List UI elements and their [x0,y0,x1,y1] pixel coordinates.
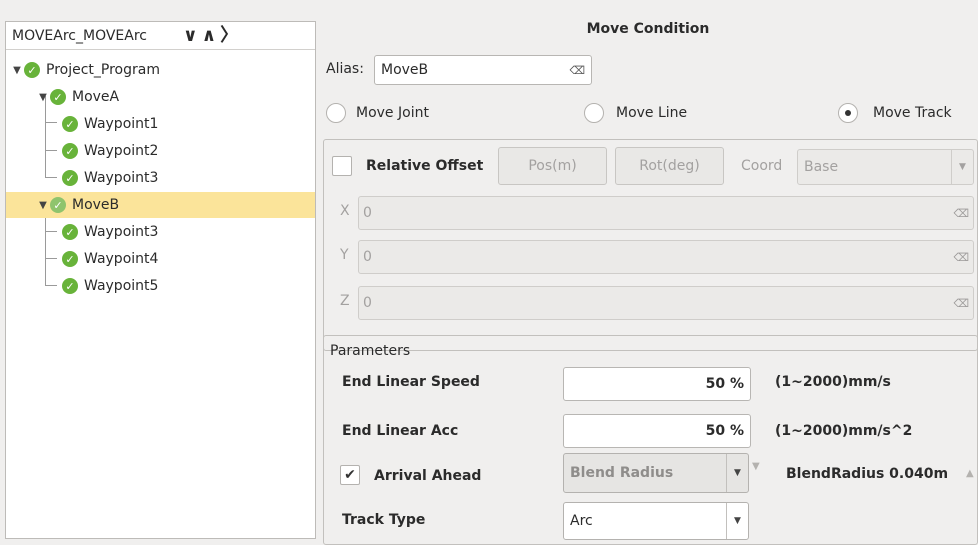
z-label: Z [340,293,350,309]
check-circle-icon: ✓ [62,143,78,159]
x-input[interactable]: 0 ⌫ [358,196,974,230]
coord-select[interactable]: Base ▼ [797,149,974,185]
chevron-down-icon[interactable]: ▼ [726,503,748,539]
move-line-label[interactable]: Move Line [616,105,687,121]
y-input[interactable]: 0 ⌫ [358,240,974,274]
rot-button[interactable]: Rot(deg) [615,147,724,185]
tree-item-waypoint[interactable]: ✓ Waypoint4 [6,246,315,272]
tree-item-moveb[interactable]: ▼ ✓ MoveB [6,192,315,218]
program-tree-panel: MOVEArc_MOVEArc ∨ ∧ 〉 ▼ ✓ Project_Progra… [5,21,316,539]
check-circle-icon: ✓ [62,170,78,186]
chevron-right-icon[interactable]: 〉 [220,26,238,45]
move-line-radio[interactable] [584,103,604,123]
coord-label: Coord [741,158,783,174]
arrival-ahead-label[interactable]: Arrival Ahead [374,468,481,484]
x-label: X [340,203,350,219]
move-track-radio[interactable] [838,103,858,123]
alias-value: MoveB [381,62,429,78]
tree-item-label: Project_Program [46,62,160,78]
checkmark-icon: ✔ [344,467,356,483]
track-type-select[interactable]: Arc ▼ [563,502,749,540]
blend-radius-text: BlendRadius 0.040m [786,466,949,482]
expand-arrow-icon[interactable]: ▼ [36,92,50,103]
tree-item-label: Waypoint4 [84,251,159,267]
chevron-down-icon[interactable]: ▼ [951,150,973,184]
clear-icon[interactable]: ⌫ [953,297,969,310]
expand-arrow-icon[interactable]: ▼ [36,200,50,211]
check-circle-icon: ✓ [62,278,78,294]
tree-item-waypoint[interactable]: ✓ Waypoint3 [6,165,315,191]
expand-arrow-icon[interactable]: ▼ [10,65,24,76]
tree-item-project-program[interactable]: ▼ ✓ Project_Program [6,57,315,83]
chevron-up-icon[interactable]: ∧ [202,26,217,45]
pos-button[interactable]: Pos(m) [498,147,607,185]
end-linear-speed-input[interactable]: 50 % [563,367,751,401]
check-circle-icon: ✓ [24,62,40,78]
clear-icon[interactable]: ⌫ [569,64,585,77]
coord-value: Base [804,159,839,175]
spin-up-icon[interactable]: ▲ [966,468,974,479]
tree-item-label: Waypoint1 [84,116,159,132]
end-linear-speed-label: End Linear Speed [342,374,480,390]
track-type-label: Track Type [342,512,426,528]
x-value: 0 [363,205,372,221]
relative-offset-label[interactable]: Relative Offset [366,158,483,174]
tree-item-label: Waypoint2 [84,143,159,159]
alias-label: Alias: [326,61,364,77]
check-circle-icon: ✓ [50,89,66,105]
check-circle-icon: ✓ [62,116,78,132]
tree-item-label: MoveB [72,197,120,213]
end-linear-speed-range: (1~2000)mm/s [775,374,891,390]
tree-item-waypoint[interactable]: ✓ Waypoint2 [6,138,315,164]
tree-item-movea[interactable]: ▼ ✓ MoveA [6,84,315,110]
tree-item-waypoint[interactable]: ✓ Waypoint5 [6,273,315,299]
tree-item-waypoint[interactable]: ✓ Waypoint1 [6,111,315,137]
end-linear-acc-label: End Linear Acc [342,423,459,439]
tree-item-label: Waypoint3 [84,170,159,186]
parameters-title: Parameters [330,343,411,359]
clear-icon[interactable]: ⌫ [953,251,969,264]
check-circle-icon: ✓ [62,224,78,240]
track-type-value: Arc [570,513,593,529]
clear-icon[interactable]: ⌫ [953,207,969,220]
move-condition-title: Move Condition [586,21,710,37]
chevron-down-icon[interactable]: ▼ [726,454,748,492]
tree-item-label: Waypoint5 [84,278,159,294]
end-linear-acc-range: (1~2000)mm/s^2 [775,423,913,439]
end-linear-acc-input[interactable]: 50 % [563,414,751,448]
arrival-mode-select[interactable]: Blend Radius ▼ [563,453,749,493]
move-condition-panel: Move Condition Alias: MoveB ⌫ Move Joint… [318,21,978,545]
y-value: 0 [363,249,372,265]
check-circle-icon: ✓ [50,197,66,213]
move-joint-label[interactable]: Move Joint [356,105,429,121]
tree-item-waypoint[interactable]: ✓ Waypoint3 [6,219,315,245]
y-label: Y [340,247,349,263]
alias-input[interactable]: MoveB ⌫ [374,55,592,85]
check-circle-icon: ✓ [62,251,78,267]
z-input[interactable]: 0 ⌫ [358,286,974,320]
arrival-mode-value: Blend Radius [570,465,674,481]
chevron-down-icon[interactable]: ∨ [183,26,198,45]
spin-down-icon[interactable]: ▼ [752,461,760,472]
move-joint-radio[interactable] [326,103,346,123]
move-track-label[interactable]: Move Track [873,105,952,121]
tree-item-label: Waypoint3 [84,224,159,240]
tree-item-label: MoveA [72,89,120,105]
arrival-ahead-checkbox[interactable]: ✔ [340,465,360,485]
tree-header: MOVEArc_MOVEArc ∨ ∧ 〉 [6,22,315,50]
tree-header-title: MOVEArc_MOVEArc [12,27,147,44]
relative-offset-checkbox[interactable] [332,156,352,176]
z-value: 0 [363,295,372,311]
